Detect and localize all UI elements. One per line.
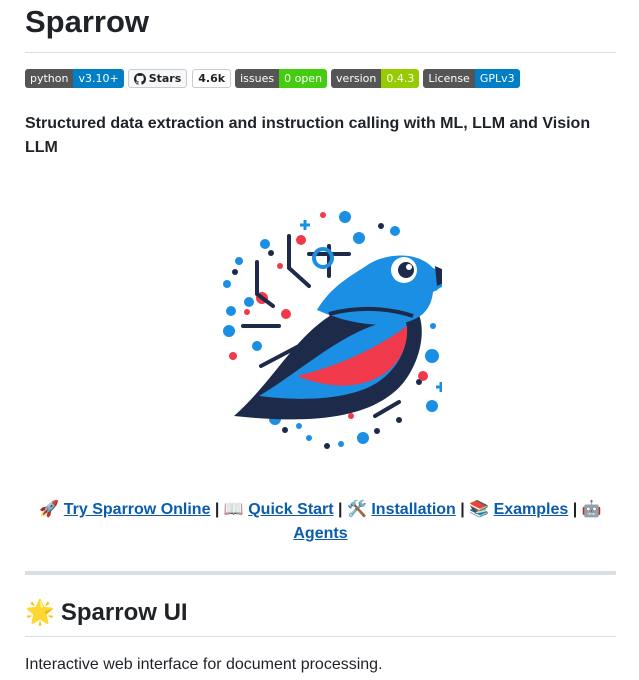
installation-link[interactable]: Installation bbox=[371, 501, 455, 518]
quick-links: 🚀 Try Sparrow Online | 📖 Quick Start | 🛠… bbox=[25, 498, 616, 546]
page-title: Sparrow bbox=[25, 4, 150, 39]
github-stars-count: 4.6k bbox=[192, 69, 232, 88]
project-description: Structured data extraction and instructi… bbox=[25, 115, 591, 156]
quick-start-link[interactable]: Quick Start bbox=[248, 501, 333, 518]
link-separator: | bbox=[572, 501, 578, 518]
link-separator: | bbox=[460, 501, 465, 518]
star-icon: 🌟 bbox=[25, 599, 55, 626]
section-intro: Interactive web interface for document p… bbox=[25, 656, 383, 673]
agents-link[interactable]: Agents bbox=[293, 525, 347, 542]
version-badge[interactable]: version 0.4.3 bbox=[331, 69, 420, 88]
python-badge[interactable]: python v3.10+ bbox=[25, 69, 124, 88]
examples-link[interactable]: Examples bbox=[494, 501, 569, 518]
readme-content: Sparrow python v3.10+ Stars 4.6k issues … bbox=[25, 0, 616, 673]
badge-row: python v3.10+ Stars 4.6k issues 0 open v… bbox=[25, 69, 520, 89]
robot-icon: 🤖 bbox=[581, 501, 602, 518]
issues-badge[interactable]: issues 0 open bbox=[235, 69, 328, 88]
github-stars-label: Stars bbox=[148, 72, 182, 85]
book-icon: 📖 bbox=[223, 501, 244, 518]
books-icon: 📚 bbox=[469, 501, 490, 518]
license-badge[interactable]: License GPLv3 bbox=[423, 69, 520, 88]
github-stars-badge[interactable]: Stars 4.6k bbox=[127, 69, 232, 88]
try-sparrow-online-link[interactable]: Try Sparrow Online bbox=[64, 501, 211, 518]
heading-divider bbox=[25, 636, 616, 637]
rocket-icon: 🚀 bbox=[39, 501, 60, 518]
tools-icon: 🛠️ bbox=[346, 501, 367, 518]
section-heading: 🌟 Sparrow UI bbox=[25, 597, 188, 629]
section-title: Sparrow UI bbox=[60, 599, 188, 626]
github-icon bbox=[133, 72, 146, 85]
link-separator: | bbox=[338, 501, 343, 518]
link-separator: | bbox=[214, 501, 220, 518]
section-divider bbox=[25, 571, 616, 575]
sparrow-logo bbox=[223, 211, 442, 449]
title-divider bbox=[25, 52, 616, 53]
